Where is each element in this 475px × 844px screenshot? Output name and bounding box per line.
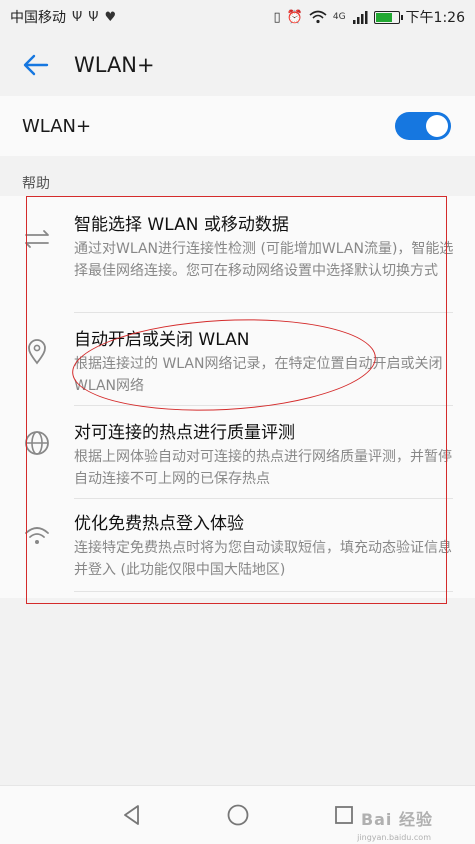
back-triangle-icon[interactable]: [120, 803, 144, 827]
location-pin-icon: [22, 337, 52, 367]
usb-icon: Ψ: [72, 9, 83, 25]
page-title: WLAN+: [74, 53, 155, 77]
help-item-smart-select: 智能选择 WLAN 或移动数据 通过对WLAN进行连接性检测 (可能增加WLAN…: [0, 196, 475, 313]
help-item-desc: 连接特定免费热点时将为您自动读取短信，填充动态验证信息并登入 (此功能仅限中国大…: [74, 540, 452, 578]
wifi-icon: [22, 521, 52, 551]
status-bar: 中国移动 Ψ Ψ ♥ ▯ ⏰ 4G 下午1:26: [0, 0, 475, 34]
swap-arrows-icon: [22, 224, 52, 254]
network-type: 4G: [332, 12, 346, 22]
help-item-desc: 通过对WLAN进行连接性检测 (可能增加WLAN流量)，智能选择最佳网络连接。您…: [74, 241, 454, 279]
help-item-desc: 根据连接过的 WLAN网络记录，在特定位置自动开启或关闭WLAN网络: [74, 356, 443, 394]
alarm-icon: ⏰: [286, 9, 303, 25]
home-circle-icon[interactable]: [226, 803, 250, 827]
watermark-logo: Bai 经验: [360, 810, 433, 829]
help-item-auto-wlan: 自动开启或关闭 WLAN 根据连接过的 WLAN网络记录，在特定位置自动开启或关…: [0, 313, 475, 406]
status-right: ▯ ⏰ 4G 下午1:26: [274, 7, 475, 27]
wifi-icon: [309, 10, 327, 24]
help-item-title: 优化免费热点登入体验: [74, 514, 244, 534]
heart-icon: ♥: [104, 9, 117, 25]
battery-icon: [373, 10, 403, 24]
globe-icon: [22, 428, 52, 458]
navigation-bar: Bai 经验 jingyan.baidu.com: [0, 785, 475, 844]
vibrate-icon: ▯: [273, 9, 281, 25]
help-list: 智能选择 WLAN 或移动数据 通过对WLAN进行连接性检测 (可能增加WLAN…: [0, 196, 475, 598]
watermark-url: jingyan.baidu.com: [357, 833, 431, 842]
back-button[interactable]: [12, 41, 60, 89]
wlan-plus-row[interactable]: WLAN+: [0, 96, 475, 156]
back-arrow-icon: [23, 54, 49, 76]
wlan-plus-label: WLAN+: [22, 115, 92, 137]
wlan-plus-toggle[interactable]: [395, 112, 451, 140]
section-header-help: 帮助: [22, 176, 50, 192]
usb-icon: Ψ: [88, 9, 99, 25]
toggle-knob: [426, 115, 448, 137]
clock: 下午1:26: [405, 10, 465, 26]
help-item-title: 智能选择 WLAN 或移动数据: [74, 215, 289, 235]
status-left: 中国移动 Ψ Ψ ♥: [0, 7, 116, 27]
carrier-name: 中国移动: [10, 10, 66, 26]
signal-icon: [352, 11, 368, 24]
app-header: WLAN+: [0, 34, 475, 96]
help-item-title: 自动开启或关闭 WLAN: [74, 330, 250, 350]
recents-square-icon[interactable]: [332, 803, 356, 827]
help-item-free-hotspot: 优化免费热点登入体验 连接特定免费热点时将为您自动读取短信，填充动态验证信息并登…: [0, 499, 475, 592]
help-item-title: 对可连接的热点进行质量评测: [74, 423, 295, 443]
divider: [74, 591, 453, 592]
help-item-desc: 根据上网体验自动对可连接的热点进行网络质量评测，并暂停自动连接不可上网的已保存热…: [74, 449, 452, 487]
help-item-hotspot-quality: 对可连接的热点进行质量评测 根据上网体验自动对可连接的热点进行网络质量评测，并暂…: [0, 406, 475, 499]
